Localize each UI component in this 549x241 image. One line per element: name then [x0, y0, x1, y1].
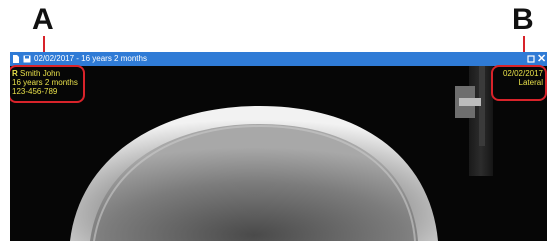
window-title: 02/02/2017 - 16 years 2 months	[34, 54, 147, 63]
xray-image	[10, 66, 547, 241]
maximize-icon[interactable]	[527, 55, 535, 63]
close-icon[interactable]: ✕	[537, 52, 546, 66]
callout-label-b: B	[512, 3, 534, 36]
xray-viewer-window: 02/02/2017 - 16 years 2 months ✕ R Smith…	[10, 52, 547, 241]
viewer-titlebar[interactable]: 02/02/2017 - 16 years 2 months ✕	[10, 52, 547, 66]
callout-label-a: A	[32, 3, 54, 36]
document-icon[interactable]	[12, 55, 20, 63]
highlight-box-a	[10, 65, 85, 103]
save-icon[interactable]	[23, 55, 31, 63]
highlight-box-b	[491, 65, 547, 101]
